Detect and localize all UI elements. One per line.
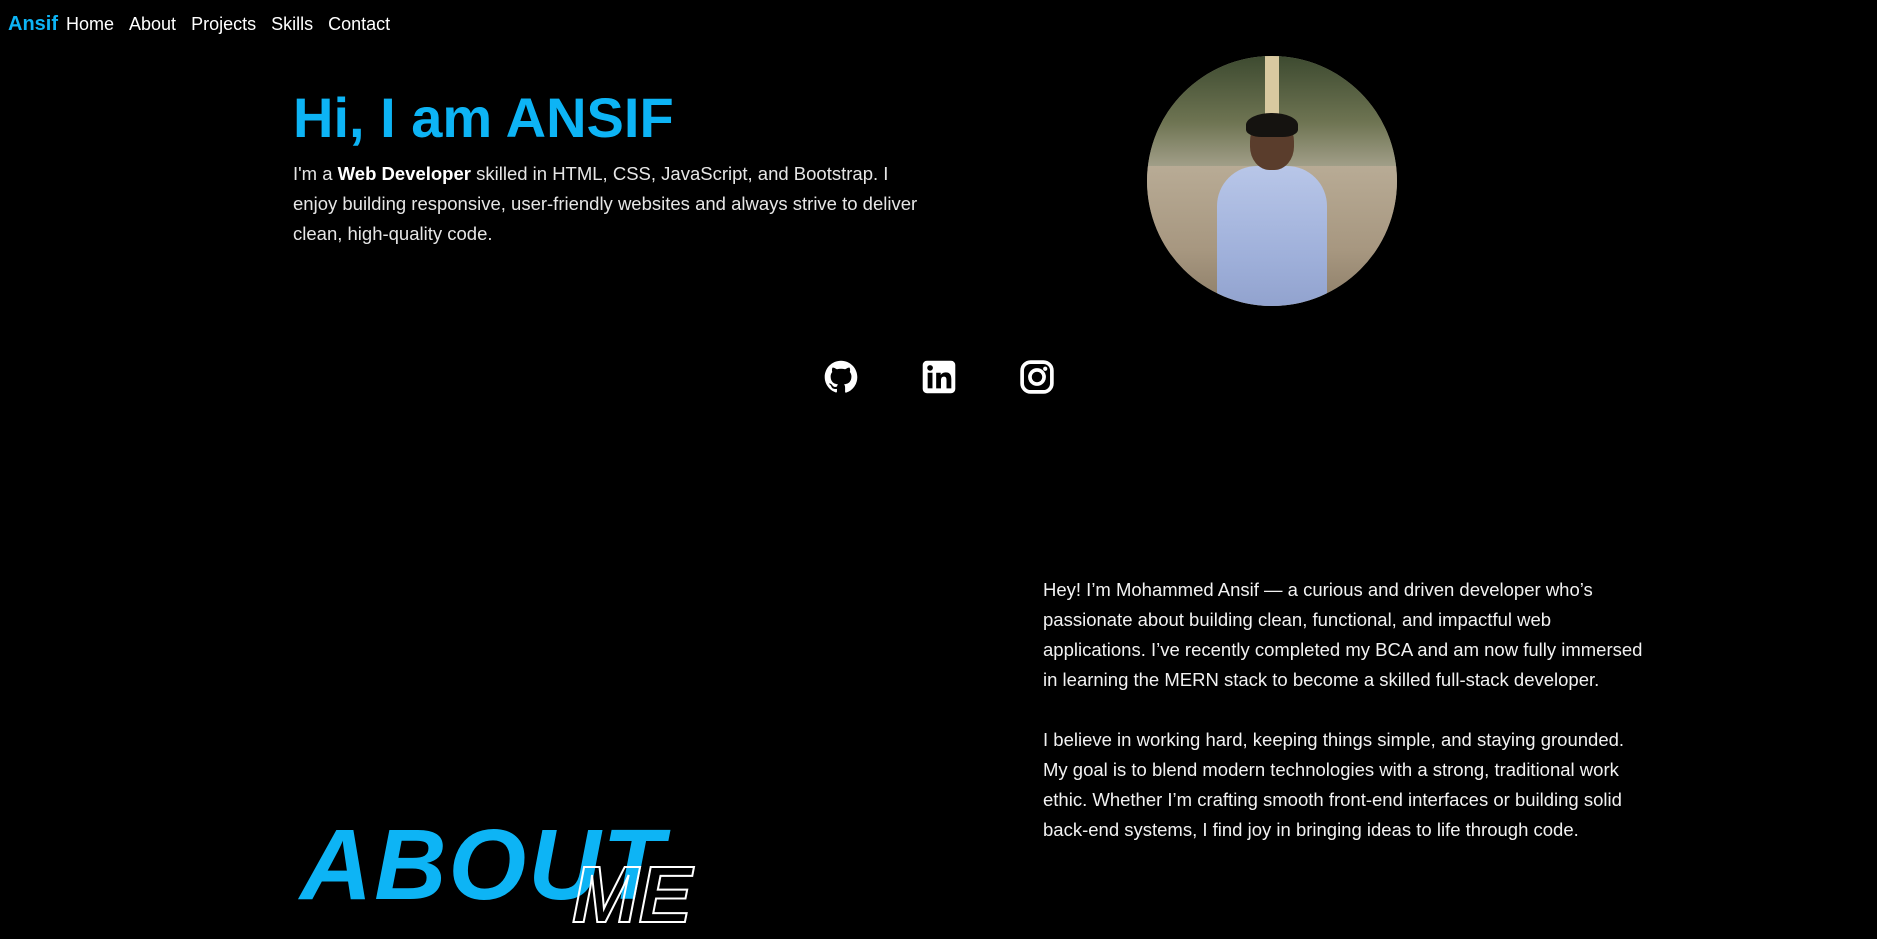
hero-title: Hi, I am ANSIF bbox=[293, 86, 674, 149]
about-description: Hey! I’m Mohammed Ansif — a curious and … bbox=[1043, 575, 1653, 875]
hero-intro-prefix: I'm a bbox=[293, 163, 338, 184]
navbar: Ansif Home About Projects Skills Contact bbox=[8, 11, 405, 37]
nav-link-projects[interactable]: Projects bbox=[191, 14, 256, 35]
photo-person-hair bbox=[1246, 113, 1298, 137]
nav-link-contact[interactable]: Contact bbox=[328, 14, 390, 35]
nav-link-skills[interactable]: Skills bbox=[271, 14, 313, 35]
social-links bbox=[824, 360, 1054, 394]
instagram-link[interactable] bbox=[1020, 360, 1054, 394]
hero-intro: I'm a Web Developer skilled in HTML, CSS… bbox=[293, 159, 933, 249]
instagram-icon bbox=[1020, 360, 1054, 394]
linkedin-link[interactable] bbox=[922, 360, 956, 394]
about-paragraph: Hey! I’m Mohammed Ansif — a curious and … bbox=[1043, 579, 1643, 690]
nav-link-about[interactable]: About bbox=[129, 14, 176, 35]
nav-link-home[interactable]: Home bbox=[66, 14, 114, 35]
hero-role: Web Developer bbox=[337, 163, 471, 184]
linkedin-icon bbox=[922, 360, 956, 394]
github-link[interactable] bbox=[824, 360, 858, 394]
profile-photo bbox=[1147, 56, 1397, 306]
github-icon bbox=[824, 360, 858, 393]
brand-logo[interactable]: Ansif bbox=[8, 13, 58, 36]
about-paragraph: I believe in working hard, keeping thing… bbox=[1043, 729, 1625, 840]
photo-person-body bbox=[1217, 166, 1327, 306]
about-heading-outline: ME bbox=[571, 850, 693, 939]
